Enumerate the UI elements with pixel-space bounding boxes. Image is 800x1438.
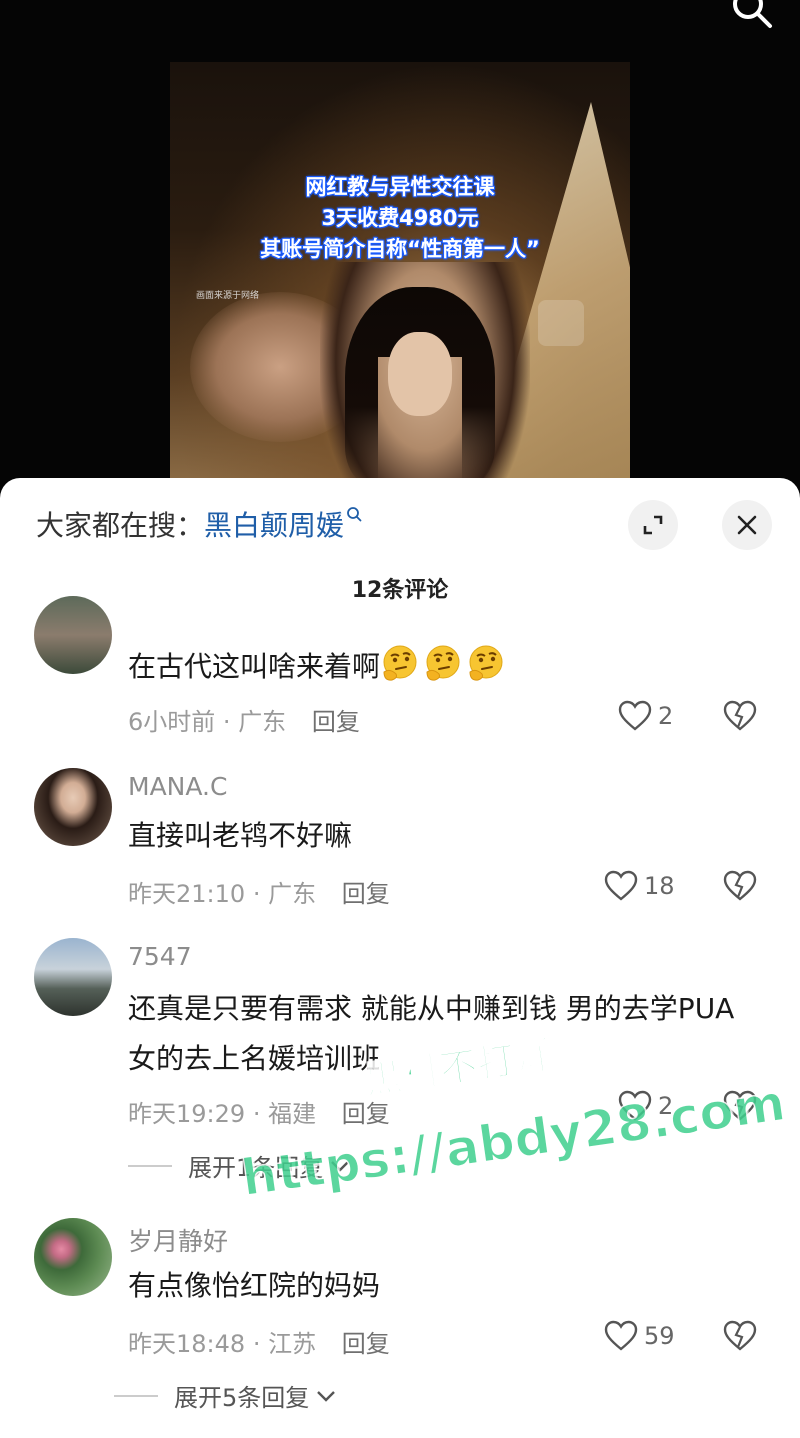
like-count: 2 [658,702,674,730]
like-count: 59 [644,1322,675,1350]
video-caption-line: 其账号简介自称“性商第一人” [260,237,540,261]
comment-meta: 6小时前 · 广东 回复 [128,702,360,737]
reply-button[interactable]: 回复 [312,708,360,736]
comment-location: 广东 [238,708,287,736]
meta-separator: · [252,880,269,908]
divider-line [114,1394,158,1397]
comment-text: 有点像怡红院的妈妈 [128,1269,381,1302]
meta-separator: · [252,1330,269,1358]
reply-button[interactable]: 回复 [342,880,390,908]
comment-text: 直接叫老鸨不好嘛 [128,819,353,852]
reply-button[interactable]: 回复 [342,1330,390,1358]
like-count: 18 [644,872,675,900]
video-frame: 网红教与异性交往课 3天收费4980元 其账号简介自称“性商第一人” 画面来源于… [170,62,630,480]
comment-time: 昨天18:48 [128,1330,246,1358]
comment-location: 江苏 [268,1330,317,1358]
username[interactable]: 7547 [128,942,192,971]
close-button[interactable] [722,500,772,550]
avatar[interactable] [34,596,112,674]
thinking-face-icon [383,645,417,681]
thinking-face-icon [426,645,460,681]
heart-icon [604,870,638,901]
hot-search-keyword[interactable]: 黑白颠周媛 [204,509,344,542]
divider-line [128,1164,172,1167]
broken-heart-icon[interactable] [722,1320,758,1352]
like-button[interactable]: 2 [618,700,673,732]
comment-item: 在古代这叫啥来着啊 6小时前 · 广东 回复 2 [0,596,800,746]
comment-location: 福建 [268,1100,317,1128]
emoji-group [380,645,509,683]
comment-meta: 昨天19:29 · 福建 回复 [128,1094,390,1129]
comment-item: 岁月静好 有点像怡红院的妈妈 昨天18:48 · 江苏 回复 59 展开5条回复 [0,1218,800,1418]
fullscreen-button[interactable] [628,500,678,550]
broken-heart-icon[interactable] [722,700,758,732]
avatar[interactable] [34,938,112,1016]
video-caption-line: 3天收费4980元 [321,206,479,230]
like-button[interactable]: 18 [604,870,675,902]
avatar[interactable] [34,1218,112,1296]
username[interactable]: 岁月静好 [128,1222,228,1258]
comment-meta: 昨天18:48 · 江苏 回复 [128,1324,390,1359]
comment-time: 昨天19:29 [128,1100,246,1128]
chevron-down-icon [317,1390,336,1402]
expand-replies-label: 展开5条回复 [174,1384,310,1412]
fullscreen-icon [643,515,663,535]
reply-button[interactable]: 回复 [342,1100,390,1128]
comment-time: 昨天21:10 [128,880,246,908]
like-button[interactable]: 59 [604,1320,675,1352]
expand-replies-button[interactable]: 展开5条回复 [114,1378,337,1413]
heart-icon [618,700,652,731]
comment-count-title: 12条评论 [351,578,449,603]
close-icon [737,515,757,535]
thinking-face-icon [469,645,503,681]
video-figure-face [388,332,452,416]
comment-sheet: 大家都在搜：黑白颠周媛 12条评论 在古代这叫啥来着啊 6小时前 · 广东 回复 [0,478,800,1438]
comment-time: 6小时前 [128,708,216,736]
comment-location: 广东 [268,880,317,908]
search-icon [347,507,362,522]
meta-separator: · [222,708,239,736]
broken-heart-icon[interactable] [722,870,758,902]
location-pin-icon [538,300,584,346]
meta-separator: · [252,1100,269,1128]
video-player[interactable]: 网红教与异性交往课 3天收费4980元 其账号简介自称“性商第一人” 画面来源于… [0,0,800,500]
hot-search-label: 大家都在搜： [36,509,205,542]
comment-item: MANA.C 直接叫老鸨不好嘛 昨天21:10 · 广东 回复 18 [0,768,800,908]
username[interactable]: MANA.C [128,772,227,801]
comment-meta: 昨天21:10 · 广东 回复 [128,874,390,909]
heart-icon [604,1320,638,1351]
comment-text: 在古代这叫啥来着啊 [128,644,768,689]
search-icon[interactable] [730,0,774,30]
hot-search-bar[interactable]: 大家都在搜：黑白颠周媛 [36,504,362,544]
avatar[interactable] [34,768,112,846]
video-source-note: 画面来源于网络 [196,291,260,301]
comment-text-content: 在古代这叫啥来着啊 [128,650,381,683]
video-caption-line: 网红教与异性交往课 [305,175,495,199]
